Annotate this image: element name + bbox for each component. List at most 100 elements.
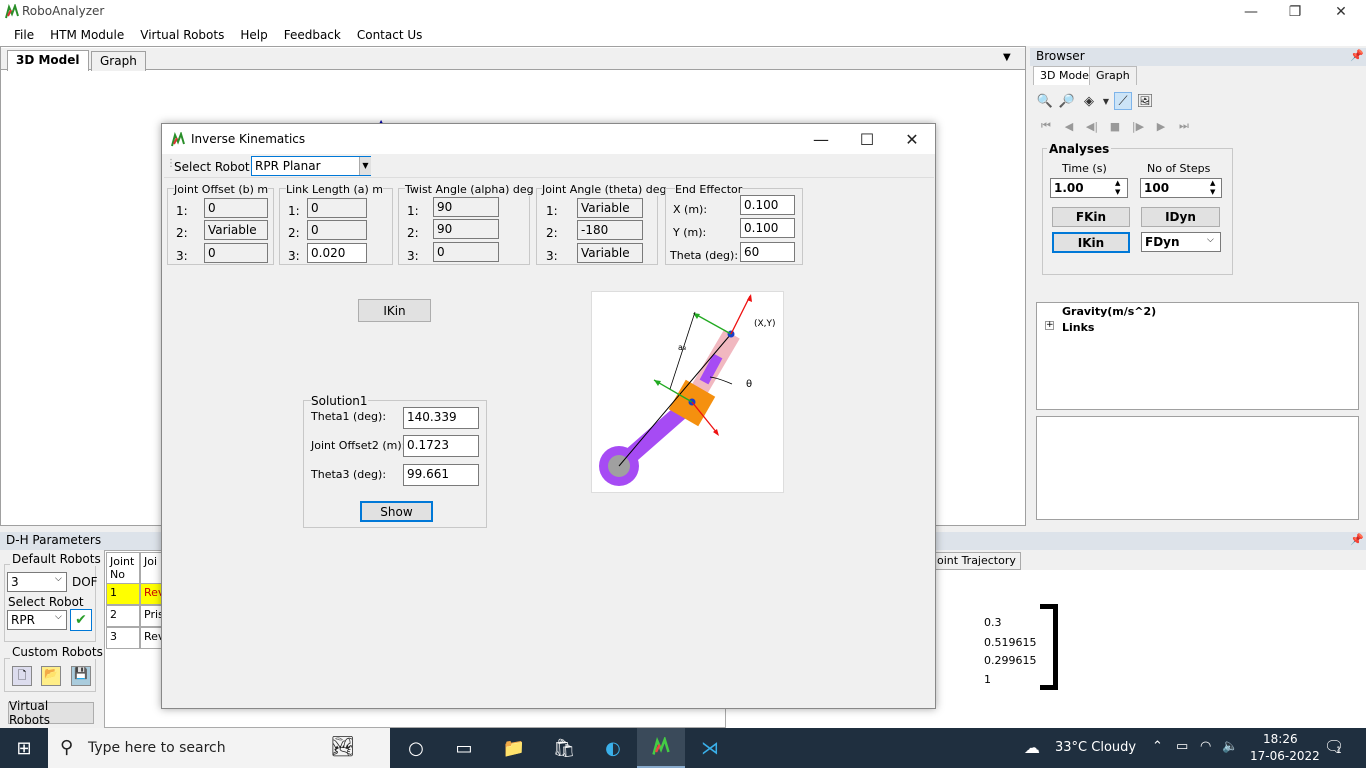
offset-header: Joint Offset (b) m — [174, 183, 269, 196]
matrix-value-3: 0.299615 — [984, 654, 1037, 667]
store-icon[interactable]: 🛍 — [540, 728, 588, 768]
dh-row-3-no[interactable]: 3 — [106, 627, 140, 649]
zoom-out-icon[interactable]: 🔎 — [1058, 92, 1076, 110]
dialog-minimize-button[interactable]: — — [798, 124, 844, 154]
tab-graph[interactable]: Graph — [91, 51, 146, 71]
fkin-button[interactable]: FKin — [1052, 207, 1130, 227]
fdyn-dropdown-icon[interactable]: ⌵ — [1207, 235, 1214, 245]
ee-x-input[interactable]: 0.100 — [740, 195, 795, 215]
rpr-diagram: (X,Y) θ a₃ — [591, 291, 784, 493]
roboanalyzer-taskbar-icon[interactable] — [637, 728, 685, 768]
menu-feedback[interactable]: Feedback — [276, 28, 349, 42]
image-icon[interactable]: 🖼 — [1136, 92, 1154, 110]
vscode-icon[interactable]: ⋊ — [686, 728, 734, 768]
taskbar-search[interactable]: ⚲ Type here to search 🏞 — [48, 728, 390, 768]
tray-chevron-icon[interactable]: ⌃ — [1152, 739, 1163, 754]
weather-text[interactable]: 33°C Cloudy — [1055, 740, 1136, 755]
theta-label: θ — [746, 379, 752, 390]
zoom-in-icon[interactable]: 🔍 — [1036, 92, 1054, 110]
dh-row-1-no[interactable]: 1 — [106, 583, 140, 605]
tab-joint-trajectory[interactable]: oint Trajectory — [932, 552, 1021, 570]
robot-dropdown-icon[interactable]: ⌵ — [55, 612, 62, 622]
save-robot-icon[interactable]: 💾 — [71, 666, 91, 686]
dialog-maximize-button[interactable]: ☐ — [844, 124, 890, 154]
default-robots-label: Default Robots — [10, 552, 103, 566]
tree-links[interactable]: Links — [1062, 321, 1094, 334]
idyn-button[interactable]: IDyn — [1141, 207, 1220, 227]
ee-theta-label: Theta (deg): — [670, 249, 739, 262]
cortana-icon[interactable]: ○ — [392, 728, 440, 768]
minimize-button[interactable]: — — [1228, 0, 1274, 24]
menu-virtual-robots[interactable]: Virtual Robots — [132, 28, 232, 42]
wifi-icon[interactable]: ◠ — [1200, 739, 1211, 754]
show-button[interactable]: Show — [360, 501, 433, 522]
dh-header-joint-no: Joint No — [106, 552, 140, 586]
length-3[interactable]: 0.020 — [307, 243, 367, 263]
analyses-title: Analyses — [1047, 142, 1112, 156]
menu-contact-us[interactable]: Contact Us — [349, 28, 431, 42]
first-frame-icon[interactable]: ⏮ — [1036, 118, 1056, 134]
volume-icon[interactable]: 🔈 — [1222, 739, 1238, 754]
next-frame-icon[interactable]: ▶ — [1151, 118, 1171, 134]
new-robot-icon[interactable]: 🗋 — [12, 666, 32, 686]
task-view-icon[interactable]: ▭ — [440, 728, 488, 768]
twist-row-3-label: 3: — [407, 249, 419, 263]
ee-y-input[interactable]: 0.100 — [740, 218, 795, 238]
menu-htm-module[interactable]: HTM Module — [42, 28, 132, 42]
steps-spinner[interactable]: ▲ ▼ — [1210, 179, 1215, 197]
search-highlight-icon[interactable]: 🏞 — [330, 734, 355, 758]
select-robot-dropdown[interactable]: RPR Planar — [251, 156, 371, 176]
tab-3d-model[interactable]: 3D Model — [7, 50, 89, 71]
battery-icon[interactable]: ▭ — [1176, 739, 1188, 754]
twist-1: 90 — [433, 197, 499, 217]
close-button[interactable]: ✕ — [1318, 0, 1364, 24]
tab-dropdown-icon[interactable]: ▼ — [1003, 52, 1011, 63]
menu-file[interactable]: File — [6, 28, 42, 42]
time-spinner[interactable]: ▲ ▼ — [1115, 179, 1120, 197]
ikin-button[interactable]: IKin — [1052, 232, 1130, 253]
play-icon[interactable]: |▶ — [1128, 118, 1148, 134]
menu-help[interactable]: Help — [232, 28, 275, 42]
twist-header: Twist Angle (alpha) deg — [405, 183, 534, 196]
select-robot-dropdown-icon[interactable]: ▼ — [359, 157, 371, 175]
step-back-icon[interactable]: ◀| — [1082, 118, 1102, 134]
tree-gravity[interactable]: Gravity(m/s^2) — [1062, 305, 1156, 318]
dialog-close-button[interactable]: ✕ — [889, 124, 935, 154]
pin-icon[interactable]: 📌 — [1350, 49, 1364, 62]
last-frame-icon[interactable]: ⏭ — [1174, 118, 1194, 134]
properties-pane — [1036, 416, 1359, 520]
prev-frame-icon[interactable]: ◀ — [1059, 118, 1079, 134]
clock-date[interactable]: 17-06-2022 — [1250, 749, 1320, 763]
dof-dropdown-icon[interactable]: ⌵ — [55, 574, 62, 584]
ik-dialog: Inverse Kinematics — ☐ ✕ ⋮ Select Robot:… — [161, 123, 936, 709]
offset-row-2-label: 2: — [176, 226, 188, 240]
robot-tree[interactable] — [1036, 302, 1359, 410]
offset2-output: 0.1723 — [403, 435, 479, 457]
twist-row-2-label: 2: — [407, 226, 419, 240]
open-robot-icon[interactable]: 📂 — [41, 666, 61, 686]
apply-robot-icon[interactable]: ✔ — [70, 609, 92, 631]
virtual-robots-button[interactable]: Virtual Robots — [8, 699, 94, 727]
restore-button[interactable]: ❐ — [1272, 0, 1318, 24]
theta3-label: Theta3 (deg): — [311, 468, 387, 481]
clock-time[interactable]: 18:26 — [1263, 732, 1298, 746]
dh-pin-icon[interactable]: 📌 — [1350, 533, 1364, 546]
windows-start-icon[interactable]: ⊞ — [0, 728, 48, 768]
dh-row-2-no[interactable]: 2 — [106, 605, 140, 627]
end-effector-header: End Effector — [675, 183, 743, 196]
tree-expand-icon[interactable]: + — [1045, 321, 1054, 330]
dialog-ikin-button[interactable]: IKin — [358, 299, 431, 322]
length-2: 0 — [307, 220, 367, 240]
robot-arm-icon[interactable]: ⟋ — [1114, 92, 1132, 110]
x-axis-ee — [730, 295, 751, 335]
view-cube-icon[interactable]: ◈ — [1080, 92, 1098, 110]
dialog-title: Inverse Kinematics — [191, 132, 306, 146]
browser-tab-graph[interactable]: Graph — [1089, 66, 1137, 85]
file-explorer-icon[interactable]: 📁 — [490, 728, 538, 768]
edge-icon[interactable]: ◐ — [589, 728, 637, 768]
notification-count: 1 — [1336, 746, 1342, 756]
weather-icon[interactable]: ☁ — [1024, 738, 1040, 757]
stop-icon[interactable]: ■ — [1105, 118, 1125, 134]
ee-theta-input[interactable]: 60 — [740, 242, 795, 262]
view-dropdown-icon[interactable]: ▼ — [1102, 92, 1110, 110]
